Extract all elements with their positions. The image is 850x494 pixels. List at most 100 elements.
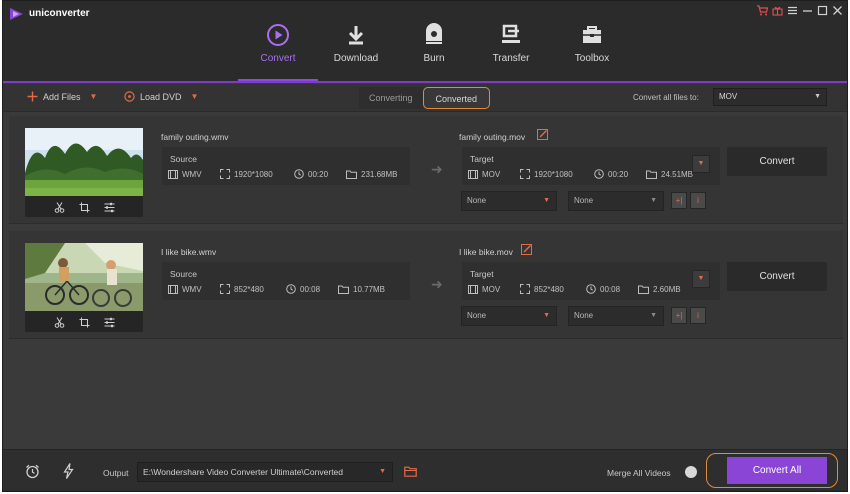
file-row-1: family outing.wmv Source WMV 1920*1080 0… [9, 116, 843, 224]
add-subtitle-icon[interactable]: +| [671, 307, 687, 324]
output-path-value: E:\Wondershare Video Converter Ultimate\… [143, 467, 344, 477]
cart-icon[interactable] [756, 5, 768, 16]
edit-icon[interactable] [537, 129, 549, 140]
source-info-panel: Source WMV 1920*1080 00:20 231.68MB [162, 147, 410, 185]
source-size: 10.77MB [338, 285, 385, 294]
target-title: Target [470, 269, 494, 279]
target-size: 2.60MB [638, 285, 681, 294]
crop-icon[interactable] [79, 317, 90, 328]
source-resolution: 1920*1080 [220, 169, 294, 179]
target-title: Target [470, 154, 494, 164]
tab-burn[interactable]: Burn [394, 23, 474, 79]
subtitle-select[interactable]: None ▼ [461, 191, 557, 211]
film-icon [168, 284, 178, 294]
chevron-down-icon: ▼ [379, 468, 386, 475]
gift-icon[interactable] [772, 5, 783, 16]
target-resolution: 852*480 [520, 284, 586, 294]
folder-icon [346, 170, 357, 179]
burn-icon [426, 23, 442, 44]
convert-icon [267, 24, 289, 46]
bottom-bar: Output E:\Wondershare Video Converter Ul… [3, 449, 847, 491]
adjust-icon[interactable] [104, 317, 115, 328]
target-format: MOV [468, 169, 520, 179]
subtitle-select[interactable]: None ▼ [461, 306, 557, 326]
nav-divider [3, 81, 847, 83]
film-icon [168, 169, 178, 179]
info-icon[interactable]: i [690, 307, 706, 324]
resolution-icon [220, 284, 230, 294]
subtitle-value: None [467, 196, 487, 205]
target-file-name: I like bike.mov [459, 247, 513, 257]
target-format-dropdown[interactable]: ▼ [692, 155, 710, 173]
thumbnail-tools [25, 198, 143, 216]
scissors-icon[interactable] [54, 201, 65, 213]
tab-converting[interactable]: Converting [359, 87, 423, 109]
source-meta: WMV 1920*1080 00:20 231.68MB [168, 169, 397, 179]
minimize-icon[interactable] [802, 5, 813, 16]
source-title: Source [170, 154, 197, 164]
close-icon[interactable] [832, 5, 843, 16]
alarm-clock-icon[interactable] [25, 464, 40, 479]
video-thumbnail-2 [25, 243, 143, 332]
target-size-value: 24.51MB [661, 169, 694, 179]
tab-download[interactable]: Download [316, 23, 396, 79]
convert-arrow-icon: ➜ [431, 276, 443, 292]
output-path-select[interactable]: E:\Wondershare Video Converter Ultimate\… [137, 462, 393, 482]
target-format-dropdown[interactable]: ▼ [692, 270, 710, 288]
maximize-icon[interactable] [817, 5, 828, 16]
convert-all-button[interactable]: Convert All [727, 457, 827, 484]
adjust-icon[interactable] [104, 202, 115, 213]
transfer-icon [502, 24, 520, 43]
resolution-icon [520, 284, 530, 294]
dvd-icon [124, 91, 135, 102]
edit-icon[interactable] [521, 244, 533, 255]
tab-convert-label: Convert [260, 53, 296, 64]
audio-select[interactable]: None ▼ [568, 191, 664, 211]
source-duration: 00:20 [294, 169, 346, 179]
film-icon [468, 284, 478, 294]
target-resolution-value: 852*480 [534, 284, 564, 294]
clock-icon [586, 284, 596, 294]
target-file-name: family outing.mov [459, 132, 526, 142]
source-file-name: I like bike.wmv [161, 247, 217, 257]
top-bar: uniconverter Convert Download Burn Trans… [3, 1, 847, 83]
toggle-knob [685, 466, 697, 478]
convert-button[interactable]: Convert [727, 147, 827, 176]
folder-icon [646, 170, 657, 179]
source-size: 231.68MB [346, 170, 397, 179]
source-resolution-value: 1920*1080 [234, 169, 273, 179]
crop-icon[interactable] [79, 202, 90, 213]
lightning-icon[interactable] [63, 463, 74, 479]
scissors-icon[interactable] [54, 316, 65, 328]
chevron-down-icon: ▼ [814, 93, 821, 100]
resolution-icon [520, 169, 530, 179]
output-format-select[interactable]: MOV ▼ [713, 88, 827, 106]
tab-converted[interactable]: Converted [422, 87, 491, 109]
info-icon[interactable]: i [690, 192, 706, 209]
load-dvd-button[interactable]: Load DVD ▼ [124, 91, 198, 102]
target-duration-value: 00:20 [608, 169, 629, 179]
open-folder-icon[interactable] [404, 466, 417, 477]
add-files-button[interactable]: Add Files ▼ [27, 91, 97, 102]
tab-toolbox[interactable]: Toolbox [552, 23, 632, 79]
load-dvd-caret-icon[interactable]: ▼ [191, 92, 199, 101]
tab-transfer[interactable]: Transfer [471, 23, 551, 79]
add-subtitle-icon[interactable]: +| [671, 192, 687, 209]
audio-select[interactable]: None ▼ [568, 306, 664, 326]
target-size: 24.51MB [646, 170, 693, 179]
target-size-value: 2.60MB [653, 284, 681, 294]
window-controls [756, 5, 843, 16]
tab-convert[interactable]: Convert [238, 23, 318, 81]
add-files-caret-icon[interactable]: ▼ [90, 92, 98, 101]
clock-icon [294, 169, 304, 179]
output-label: Output [103, 468, 129, 478]
merge-toggle[interactable] [681, 466, 705, 478]
source-format-value: WMV [182, 169, 202, 179]
merge-all-videos-label: Merge All Videos [607, 468, 671, 478]
resolution-icon [220, 169, 230, 179]
target-meta: MOV 1920*1080 00:20 24.51MB [468, 169, 693, 179]
convert-button[interactable]: Convert [727, 262, 827, 291]
source-duration-value: 00:08 [300, 284, 321, 294]
menu-icon[interactable] [787, 5, 798, 16]
folder-icon [638, 285, 649, 294]
